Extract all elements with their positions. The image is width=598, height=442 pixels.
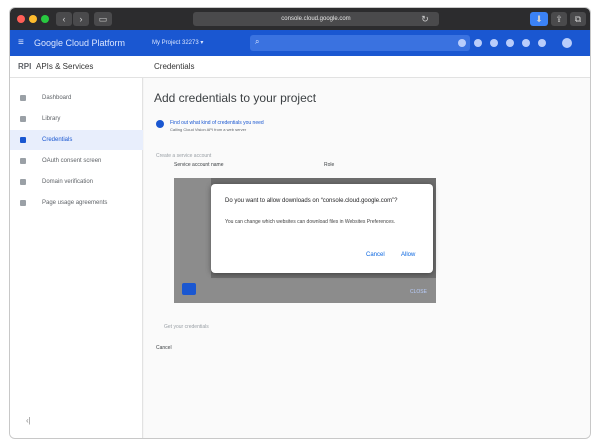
settings-list-icon xyxy=(20,200,26,206)
minimize-window-button[interactable] xyxy=(29,15,37,23)
gcp-header: ≡ Google Cloud Platform My Project 32273… xyxy=(10,30,590,56)
search-input[interactable]: ⌕ xyxy=(250,35,470,51)
more-options-icon[interactable] xyxy=(522,39,530,47)
section-title: APIs & Services xyxy=(36,62,94,71)
sidebar-item-library[interactable]: Library xyxy=(10,109,143,129)
chevron-down-icon: ▾ xyxy=(200,40,204,46)
dashboard-icon xyxy=(20,95,26,101)
hamburger-menu-icon[interactable]: ≡ xyxy=(18,30,24,56)
sidebar-icon: ▭ xyxy=(98,14,108,24)
key-icon xyxy=(20,137,26,143)
main-title: Add credentials to your project xyxy=(154,91,317,105)
cancel-link[interactable]: Cancel xyxy=(156,345,172,351)
sidebar-item-label: Domain verification xyxy=(42,179,94,185)
sidebar-item-oauth-consent[interactable]: OAuth consent screen xyxy=(10,151,143,171)
library-icon xyxy=(20,116,26,122)
browser-titlebar: ‹ › ▭ console.cloud.google.com ↻ ⬇ ⇪ ⧉ xyxy=(10,8,590,30)
sidebar-item-domain-verification[interactable]: Domain verification xyxy=(10,172,143,192)
page-title: Credentials xyxy=(154,62,195,71)
close-window-button[interactable] xyxy=(17,15,25,23)
sidebar-item-credentials[interactable]: Credentials xyxy=(10,130,143,150)
chevron-left-icon: ‹ xyxy=(62,14,66,24)
avatar[interactable] xyxy=(562,38,572,48)
step3-title: Get your credentials xyxy=(164,324,209,330)
project-selector[interactable]: My Project 32273 ▾ xyxy=(152,30,203,56)
sidebar-item-label: Credentials xyxy=(42,137,73,143)
download-permission-dialog: Do you want to allow downloads on “conso… xyxy=(211,184,433,273)
sidebar-item-label: Library xyxy=(42,116,61,122)
checkbox-icon xyxy=(20,179,26,185)
role-label: Role xyxy=(324,162,335,168)
settings-icon[interactable] xyxy=(538,39,546,47)
reload-icon[interactable]: ↻ xyxy=(418,14,432,24)
share-button[interactable]: ⇪ xyxy=(551,12,567,26)
safari-window: ‹ › ▭ console.cloud.google.com ↻ ⬇ ⇪ ⧉ ≡… xyxy=(10,8,590,438)
notifications-icon[interactable] xyxy=(474,39,482,47)
search-icon: ⌕ xyxy=(255,37,260,46)
project-name: My Project 32273 xyxy=(152,40,199,46)
tabs-overview-button[interactable]: ⧉ xyxy=(570,12,586,26)
allow-button[interactable]: Allow xyxy=(401,252,415,258)
sidebar-toggle-button[interactable]: ▭ xyxy=(94,12,112,26)
back-button[interactable]: ‹ xyxy=(56,12,72,26)
section-header: RPI APIs & Services Credentials xyxy=(10,56,590,78)
step-complete-icon xyxy=(156,120,164,128)
sidebar-item-dashboard[interactable]: Dashboard xyxy=(10,88,143,108)
step1-title[interactable]: Find out what kind of credentials you ne… xyxy=(170,120,264,126)
modal-primary-button[interactable] xyxy=(182,283,196,295)
consent-icon xyxy=(20,158,26,164)
cloud-shell-icon[interactable] xyxy=(458,39,466,47)
sidebar-item-label: Page usage agreements xyxy=(42,200,108,206)
chevron-right-icon: › xyxy=(79,14,83,24)
dialog-message: You can change which websites can downlo… xyxy=(225,219,396,225)
sidebar-item-page-usage[interactable]: Page usage agreements xyxy=(10,193,143,213)
service-account-label: Service account name xyxy=(174,162,224,168)
share-icon: ⇪ xyxy=(555,14,563,24)
tabs-icon: ⧉ xyxy=(574,14,582,24)
sidebar-item-label: Dashboard xyxy=(42,95,72,101)
close-button[interactable]: CLOSE xyxy=(410,289,427,295)
sidebar: Dashboard Library Credentials OAuth cons… xyxy=(10,78,143,438)
zoom-window-button[interactable] xyxy=(41,15,49,23)
gift-icon[interactable] xyxy=(506,39,514,47)
dialog-title: Do you want to allow downloads on “conso… xyxy=(225,198,398,204)
step1-subtitle: Calling Cloud Vision API from a web serv… xyxy=(170,127,247,132)
address-bar-url: console.cloud.google.com xyxy=(281,16,351,22)
download-icon: ⬇ xyxy=(535,14,543,24)
address-bar[interactable]: console.cloud.google.com xyxy=(193,12,439,26)
step2-title: Create a service account xyxy=(156,153,212,159)
collapse-sidebar-icon[interactable]: ‹| xyxy=(26,416,31,425)
forward-button[interactable]: › xyxy=(73,12,89,26)
gcp-brand[interactable]: Google Cloud Platform xyxy=(34,30,125,56)
api-icon: RPI xyxy=(18,62,32,71)
modal-footer xyxy=(174,278,436,303)
sidebar-item-label: OAuth consent screen xyxy=(42,158,102,164)
cancel-button[interactable]: Cancel xyxy=(366,252,385,258)
downloads-button[interactable]: ⬇ xyxy=(530,12,548,26)
help-icon[interactable] xyxy=(490,39,498,47)
